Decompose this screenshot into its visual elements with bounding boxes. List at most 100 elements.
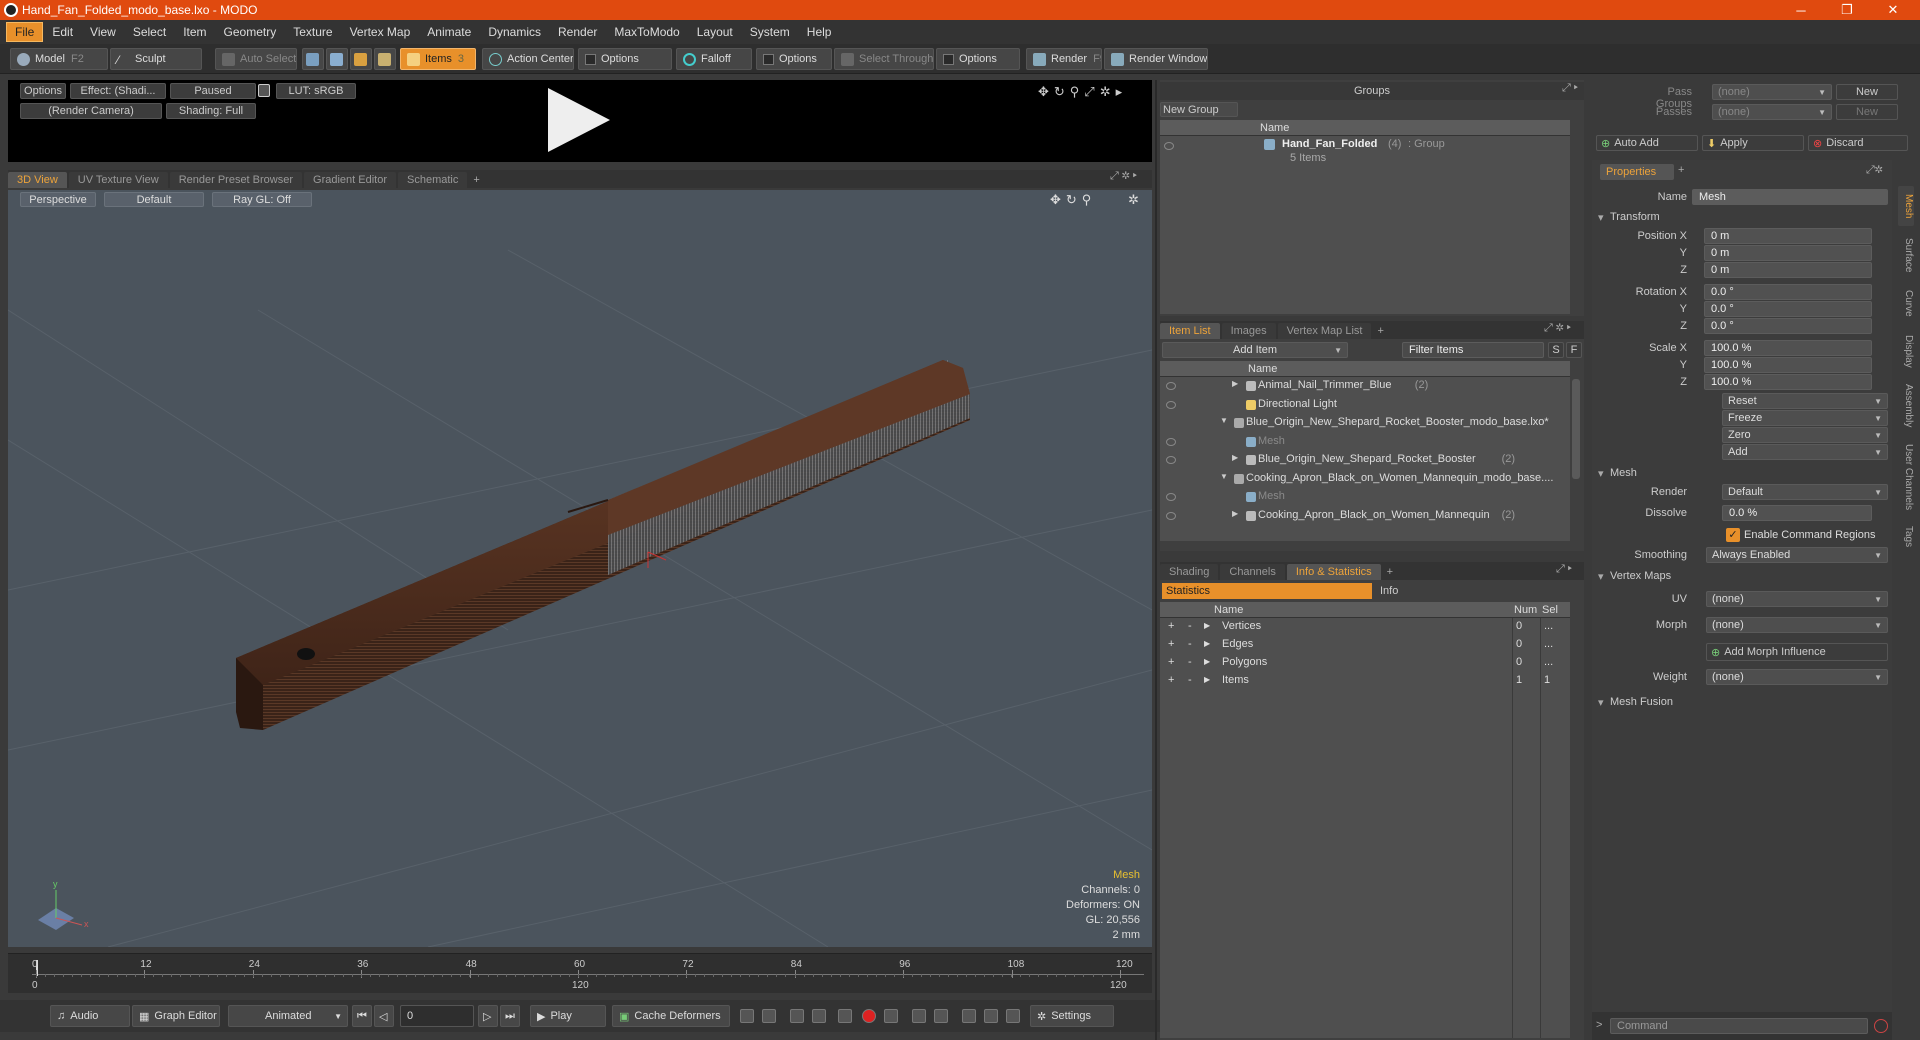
vertex-mode-button[interactable] <box>302 48 324 70</box>
menu-file[interactable]: File <box>6 22 44 42</box>
auto-select-button[interactable]: Auto Select <box>215 48 297 70</box>
side-tab-assembly[interactable]: Assembly <box>1898 380 1914 432</box>
stats-tab-tools-icons[interactable]: ⤢▸ <box>1556 563 1575 576</box>
stats-row[interactable]: + - ▶ Vertices 0... <box>1160 618 1570 636</box>
stats-row[interactable]: + - ▶ Edges 0... <box>1160 636 1570 654</box>
maximize-button[interactable]: ❐ <box>1824 0 1870 20</box>
frame-input[interactable]: 0 <box>400 1005 474 1027</box>
command-input[interactable]: Command <box>1610 1018 1868 1034</box>
position-y-input[interactable]: 0 m <box>1704 245 1872 261</box>
tab-channels[interactable]: Channels <box>1220 564 1285 580</box>
menu-system[interactable]: System <box>742 23 798 41</box>
collapse-minus-icon[interactable]: - <box>1188 638 1192 650</box>
next-frame-icon[interactable] <box>812 1009 826 1023</box>
properties-tab[interactable]: Properties <box>1600 164 1674 180</box>
dissolve-input[interactable]: 0.0 % <box>1722 505 1872 521</box>
add-morph-influence-button[interactable]: ⊕ Add Morph Influence <box>1706 643 1888 661</box>
rotation-z-input[interactable]: 0.0 ° <box>1704 318 1872 334</box>
reset-dropdown[interactable]: Reset <box>1722 393 1888 409</box>
add-tab-button[interactable]: + <box>1678 164 1684 176</box>
enable-command-regions-checkbox[interactable]: ✓ <box>1726 528 1740 542</box>
item-list-row[interactable]: ▼ Blue_Origin_New_Shepard_Rocket_Booster_… <box>1160 414 1570 432</box>
side-tab-surface[interactable]: Surface <box>1898 234 1914 276</box>
close-button[interactable]: ✕ <box>1870 0 1916 20</box>
statistics-tab[interactable]: Statistics <box>1162 583 1372 599</box>
side-tab-mesh[interactable]: Mesh <box>1898 186 1914 226</box>
falloff-button[interactable]: Falloff <box>676 48 752 70</box>
expand-arrow-icon[interactable]: ▶ <box>1204 639 1210 648</box>
loop-end-icon[interactable] <box>934 1009 948 1023</box>
perspective-dropdown[interactable]: Perspective <box>20 192 96 207</box>
stats-add-tab-button[interactable]: + <box>1383 564 1397 580</box>
menu-render[interactable]: Render <box>550 23 605 41</box>
preview-effect-dropdown[interactable]: Effect: (Shadi... <box>70 83 166 99</box>
apply-button[interactable]: ⬇ Apply <box>1702 135 1804 151</box>
rotation-y-input[interactable]: 0.0 ° <box>1704 301 1872 317</box>
side-tab-display[interactable]: Display <box>1898 330 1914 372</box>
options-checkbox[interactable] <box>763 53 774 65</box>
transform-section[interactable]: Transform <box>1592 209 1882 225</box>
view-add-tab-button[interactable]: + <box>469 172 483 188</box>
side-tab-user-channels[interactable]: User Channels <box>1898 440 1914 514</box>
info-tab[interactable]: Info <box>1374 583 1570 599</box>
expand-arrow-icon[interactable]: ▶ <box>1204 657 1210 666</box>
auto-add-button[interactable]: ⊕ Auto Add <box>1596 135 1698 151</box>
expand-arrow-icon[interactable]: ▶ <box>1232 509 1238 518</box>
stats-rows[interactable]: + - ▶ Vertices 0... + - ▶ Edges 0... + - ▶ Polygons 0.… <box>1160 618 1570 1038</box>
view-tab-tools-icons[interactable]: ⤢✲▸ <box>1110 170 1140 183</box>
item-list-row[interactable]: ▶ Animal_Nail_Trimmer_Blue (2) <box>1160 377 1570 395</box>
tab-3d-view[interactable]: 3D View <box>8 172 67 188</box>
timeline[interactable]: 0 12 24 36 48 60 72 84 96 108 120 0 120 120 <box>8 953 1152 993</box>
preview-paused-button[interactable]: Paused <box>170 83 256 99</box>
properties-panel-icons[interactable]: ⤢✲ <box>1866 164 1883 177</box>
item-list-row[interactable]: Mesh <box>1160 433 1570 451</box>
add-item-dropdown[interactable]: Add Item <box>1162 342 1348 358</box>
key-icon[interactable] <box>740 1009 754 1023</box>
prev-frame-icon[interactable] <box>790 1009 804 1023</box>
raygl-dropdown[interactable]: Ray GL: Off <box>212 192 312 207</box>
tab-vertex-map-list[interactable]: Vertex Map List <box>1277 323 1372 339</box>
morph-dropdown[interactable]: (none) <box>1706 617 1888 633</box>
filter-f-button[interactable]: F <box>1566 342 1582 358</box>
expand-arrow-icon[interactable]: ▶ <box>1232 379 1238 388</box>
eye-icon[interactable] <box>1166 456 1176 464</box>
record-options-icon[interactable] <box>884 1009 898 1023</box>
go-end-button[interactable]: ⏭ <box>500 1005 520 1027</box>
lock-icon[interactable] <box>258 84 270 97</box>
keyframe-c-icon[interactable] <box>1006 1009 1020 1023</box>
action-center-button[interactable]: Action Center <box>482 48 574 70</box>
eye-icon[interactable] <box>1166 400 1176 409</box>
menu-view[interactable]: View <box>82 23 124 41</box>
expand-plus-icon[interactable]: + <box>1168 620 1174 632</box>
default-dropdown[interactable]: Default <box>104 192 204 207</box>
minimize-button[interactable]: ─ <box>1778 0 1824 20</box>
menu-geometry[interactable]: Geometry <box>216 23 285 41</box>
expand-plus-icon[interactable]: + <box>1168 638 1174 650</box>
expand-arrow-icon[interactable]: ▶ <box>1204 675 1210 684</box>
menu-animate[interactable]: Animate <box>419 23 479 41</box>
sculpt-button[interactable]: ⁄ Sculpt <box>110 48 202 70</box>
preview-nav-icons[interactable]: ✥↻⚲⤢✲▸ <box>1038 84 1148 99</box>
rotation-x-input[interactable]: 0.0 ° <box>1704 284 1872 300</box>
collapse-minus-icon[interactable]: - <box>1188 674 1192 686</box>
preview-lut-dropdown[interactable]: LUT: sRGB <box>276 83 356 99</box>
filter-s-button[interactable]: S <box>1548 342 1564 358</box>
new-group-button[interactable]: New Group <box>1160 102 1238 117</box>
menu-select[interactable]: Select <box>125 23 174 41</box>
model-button[interactable]: Model F2 <box>10 48 108 70</box>
auto-key-icon[interactable] <box>838 1009 852 1023</box>
cache-deformers-button[interactable]: ▣ Cache Deformers <box>612 1005 730 1027</box>
expand-arrow-icon[interactable]: ▶ <box>1232 453 1238 462</box>
menu-dynamics[interactable]: Dynamics <box>480 23 549 41</box>
menu-item[interactable]: Item <box>175 23 214 41</box>
tab-item-list[interactable]: Item List <box>1160 323 1220 339</box>
name-input[interactable]: Mesh <box>1692 189 1888 205</box>
expand-plus-icon[interactable]: + <box>1168 656 1174 668</box>
3d-viewport[interactable]: y x Perspective Default Ray GL: Off ✥↻⚲ … <box>8 190 1152 947</box>
collapse-arrow-icon[interactable]: ▼ <box>1220 416 1228 425</box>
item-add-tab-button[interactable]: + <box>1373 323 1387 339</box>
graph-editor-button[interactable]: ▦ Graph Editor <box>132 1005 220 1027</box>
eye-icon[interactable] <box>1166 511 1176 520</box>
pass-groups-dropdown[interactable]: (none) <box>1712 84 1832 100</box>
tab-info-statistics[interactable]: Info & Statistics <box>1286 564 1381 580</box>
